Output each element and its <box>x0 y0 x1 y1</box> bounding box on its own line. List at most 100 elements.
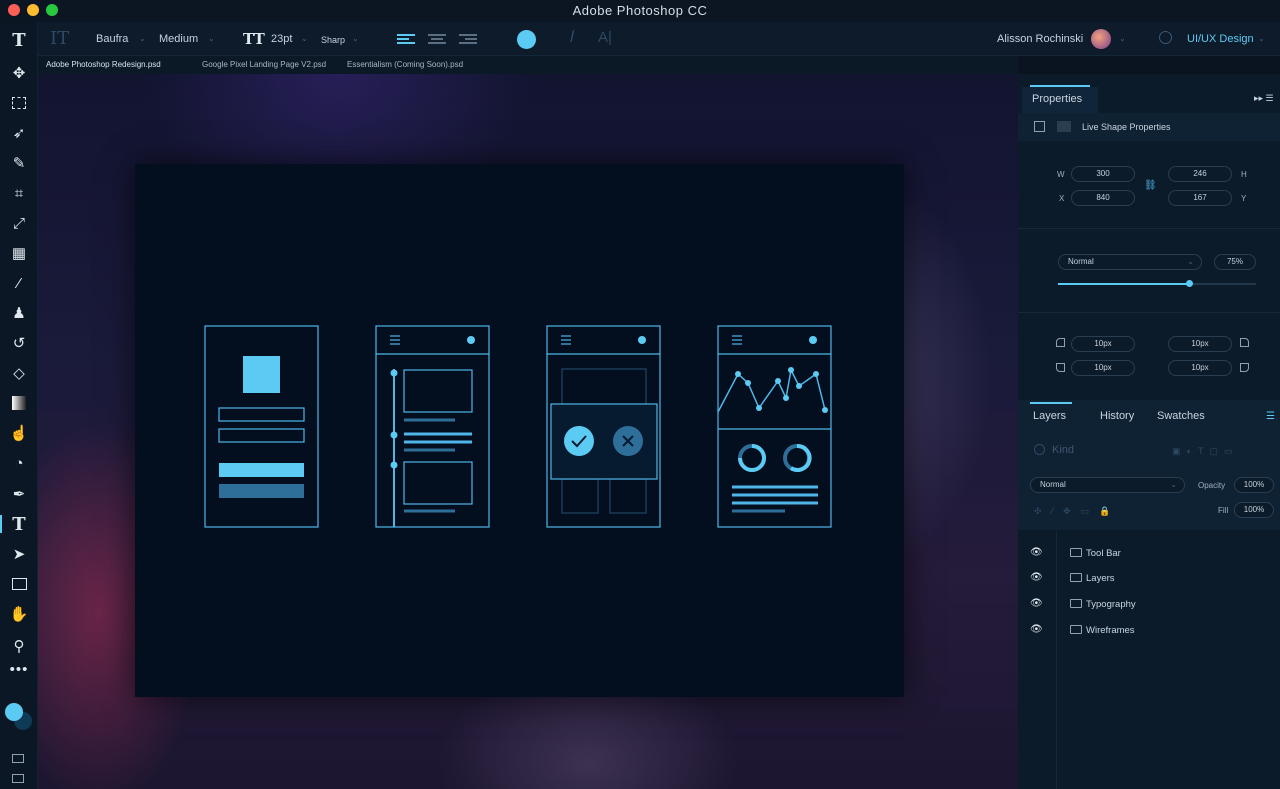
chevron-down-icon: ⌄ <box>139 34 146 43</box>
search-icon[interactable] <box>1159 31 1172 44</box>
chevron-down-icon: ⌄ <box>301 34 308 43</box>
wireframes-artwork <box>204 325 832 528</box>
layer-filter-icons[interactable]: ▣◐T▢▭ <box>1172 446 1238 457</box>
avatar[interactable] <box>1091 29 1111 49</box>
visibility-eye-icon[interactable]: 👁 <box>1030 598 1043 609</box>
tab-document-1[interactable]: Adobe Photoshop Redesign.psd <box>46 60 161 69</box>
wireframe-dashboard-screen <box>717 325 832 528</box>
corner-bottom-left-icon <box>1056 363 1065 372</box>
visibility-eye-icon[interactable]: 👁 <box>1030 572 1043 583</box>
tab-swatches[interactable]: Swatches <box>1157 410 1205 422</box>
smudge-tool-icon[interactable]: ☝ <box>8 422 30 444</box>
divider <box>1018 312 1280 313</box>
tab-properties[interactable]: Properties <box>1032 93 1082 105</box>
active-tool-indicator <box>0 515 2 533</box>
layer-name: Typography <box>1086 599 1136 610</box>
height-label: H <box>1241 170 1247 179</box>
layer-fill-field[interactable]: 100% <box>1234 502 1274 518</box>
blend-mode-select[interactable]: Normal ⌄ <box>1058 254 1202 270</box>
toolbox: T ✥ ➶ ✎ ⌗ ⤢ ▦ ⁄ ♟ ↺ ◇ ☝ ◔ ✒ T ➤ ✋ ⚲ ••• <box>0 22 38 789</box>
tab-history[interactable]: History <box>1100 410 1134 422</box>
align-center-icon[interactable] <box>428 32 446 46</box>
chevron-down-icon: ⌄ <box>1187 257 1194 266</box>
move-tool-icon[interactable]: ✥ <box>8 62 30 84</box>
path-select-tool-icon[interactable]: ➤ <box>8 543 30 565</box>
x-field[interactable]: 840 <box>1071 190 1135 206</box>
screen-mode-icon[interactable] <box>12 774 24 783</box>
pen-tool-icon[interactable]: ✒ <box>8 483 30 505</box>
link-icon[interactable]: ⛓ <box>1144 180 1157 191</box>
font-weight-select[interactable]: Medium <box>159 33 198 45</box>
layer-row[interactable]: 👁 Typography <box>1018 592 1280 618</box>
user-name[interactable]: Alisson Rochinski <box>997 33 1083 45</box>
corner-bottom-right-icon <box>1240 363 1249 372</box>
layer-name: Wireframes <box>1086 625 1135 636</box>
quick-mask-icon[interactable] <box>12 754 24 763</box>
live-shape-properties-label: Live Shape Properties <box>1082 122 1171 132</box>
eraser-tool-icon[interactable]: ◇ <box>8 362 30 384</box>
quick-select-tool-icon[interactable]: ✎ <box>8 152 30 174</box>
zoom-tool-icon[interactable]: ⚲ <box>8 635 30 657</box>
align-left-icon[interactable] <box>397 32 415 46</box>
workspace-select[interactable]: UI/UX Design <box>1187 33 1254 45</box>
width-field[interactable]: 300 <box>1071 166 1135 182</box>
corner-top-right-field[interactable]: 10px <box>1168 336 1232 352</box>
hand-tool-icon[interactable]: ✋ <box>8 603 30 625</box>
panel-menu-icon[interactable]: ☰ <box>1266 411 1275 422</box>
align-right-icon[interactable] <box>459 32 477 46</box>
opacity-slider-handle[interactable] <box>1186 280 1193 287</box>
active-tab-indicator <box>1030 402 1072 404</box>
chevron-down-icon: ⌄ <box>1170 480 1177 489</box>
stamp-tool-icon[interactable]: ♟ <box>8 302 30 324</box>
visibility-eye-icon[interactable]: 👁 <box>1030 547 1043 558</box>
healing-tool-icon[interactable]: ▦ <box>8 242 30 264</box>
dodge-tool-icon[interactable]: ◔ <box>8 452 30 474</box>
lasso-tool-icon[interactable]: ➶ <box>8 122 30 144</box>
chevron-down-icon: ⌄ <box>208 34 215 43</box>
font-size-select[interactable]: 23pt <box>271 33 292 45</box>
more-tools-icon[interactable]: ••• <box>8 658 30 680</box>
visibility-eye-icon[interactable]: 👁 <box>1030 624 1043 635</box>
layer-opacity-field[interactable]: 100% <box>1234 477 1274 493</box>
history-brush-tool-icon[interactable]: ↺ <box>8 332 30 354</box>
layer-filter-input[interactable]: Kind <box>1052 444 1074 456</box>
font-family-select[interactable]: Baufra <box>96 33 128 45</box>
height-field[interactable]: 246 <box>1168 166 1232 182</box>
layer-name: Tool Bar <box>1086 548 1121 559</box>
layer-blend-select[interactable]: Normal ⌄ <box>1030 477 1185 493</box>
marquee-tool-icon[interactable] <box>8 92 30 114</box>
wireframe-timeline-screen <box>375 325 490 528</box>
fill-label: Fill <box>1218 506 1229 515</box>
type-tool-icon[interactable]: T <box>8 29 30 51</box>
opacity-field[interactable]: 75% <box>1214 254 1256 270</box>
corner-bottom-left-field[interactable]: 10px <box>1071 360 1135 376</box>
brush-tool-icon[interactable]: ⁄ <box>8 272 30 294</box>
tab-layers[interactable]: Layers <box>1033 410 1066 422</box>
foreground-color-swatch[interactable] <box>5 703 23 721</box>
type-orientation-icon[interactable]: IT <box>50 28 69 49</box>
warp-text-icon[interactable]: 𝐼 <box>570 29 574 47</box>
corner-top-right-icon <box>1240 338 1249 347</box>
corner-top-left-field[interactable]: 10px <box>1071 336 1135 352</box>
y-label: Y <box>1241 194 1247 203</box>
lock-icons[interactable]: ✣⁄✥▭🔒 <box>1034 506 1120 517</box>
crop-tool-icon[interactable]: ⌗ <box>8 182 30 204</box>
y-field[interactable]: 167 <box>1168 190 1232 206</box>
layer-row[interactable]: 👁 Tool Bar <box>1018 541 1280 567</box>
tab-document-3[interactable]: Essentialism (Coming Soon).psd <box>347 60 463 69</box>
layer-row[interactable]: 👁 Layers <box>1018 566 1280 592</box>
layer-row[interactable]: 👁 Wireframes <box>1018 618 1280 644</box>
corner-bottom-right-field[interactable]: 10px <box>1168 360 1232 376</box>
character-panel-icon[interactable]: A| <box>598 29 612 46</box>
gradient-tool-icon[interactable] <box>8 392 30 414</box>
antialias-select[interactable]: Sharp <box>321 35 345 45</box>
document-canvas[interactable] <box>135 164 904 697</box>
corner-top-left-icon <box>1056 338 1065 347</box>
rectangle-tool-icon[interactable] <box>8 573 30 595</box>
shape-icon <box>1034 121 1045 132</box>
eyedropper-tool-icon[interactable]: ⤢ <box>8 212 30 234</box>
tab-document-2[interactable]: Google Pixel Landing Page V2.psd <box>202 60 326 69</box>
type-tool-active-icon[interactable]: T <box>8 513 30 535</box>
panel-menu-icon[interactable]: ▸▸ ☰ <box>1254 93 1274 104</box>
text-color-swatch[interactable] <box>517 30 536 49</box>
